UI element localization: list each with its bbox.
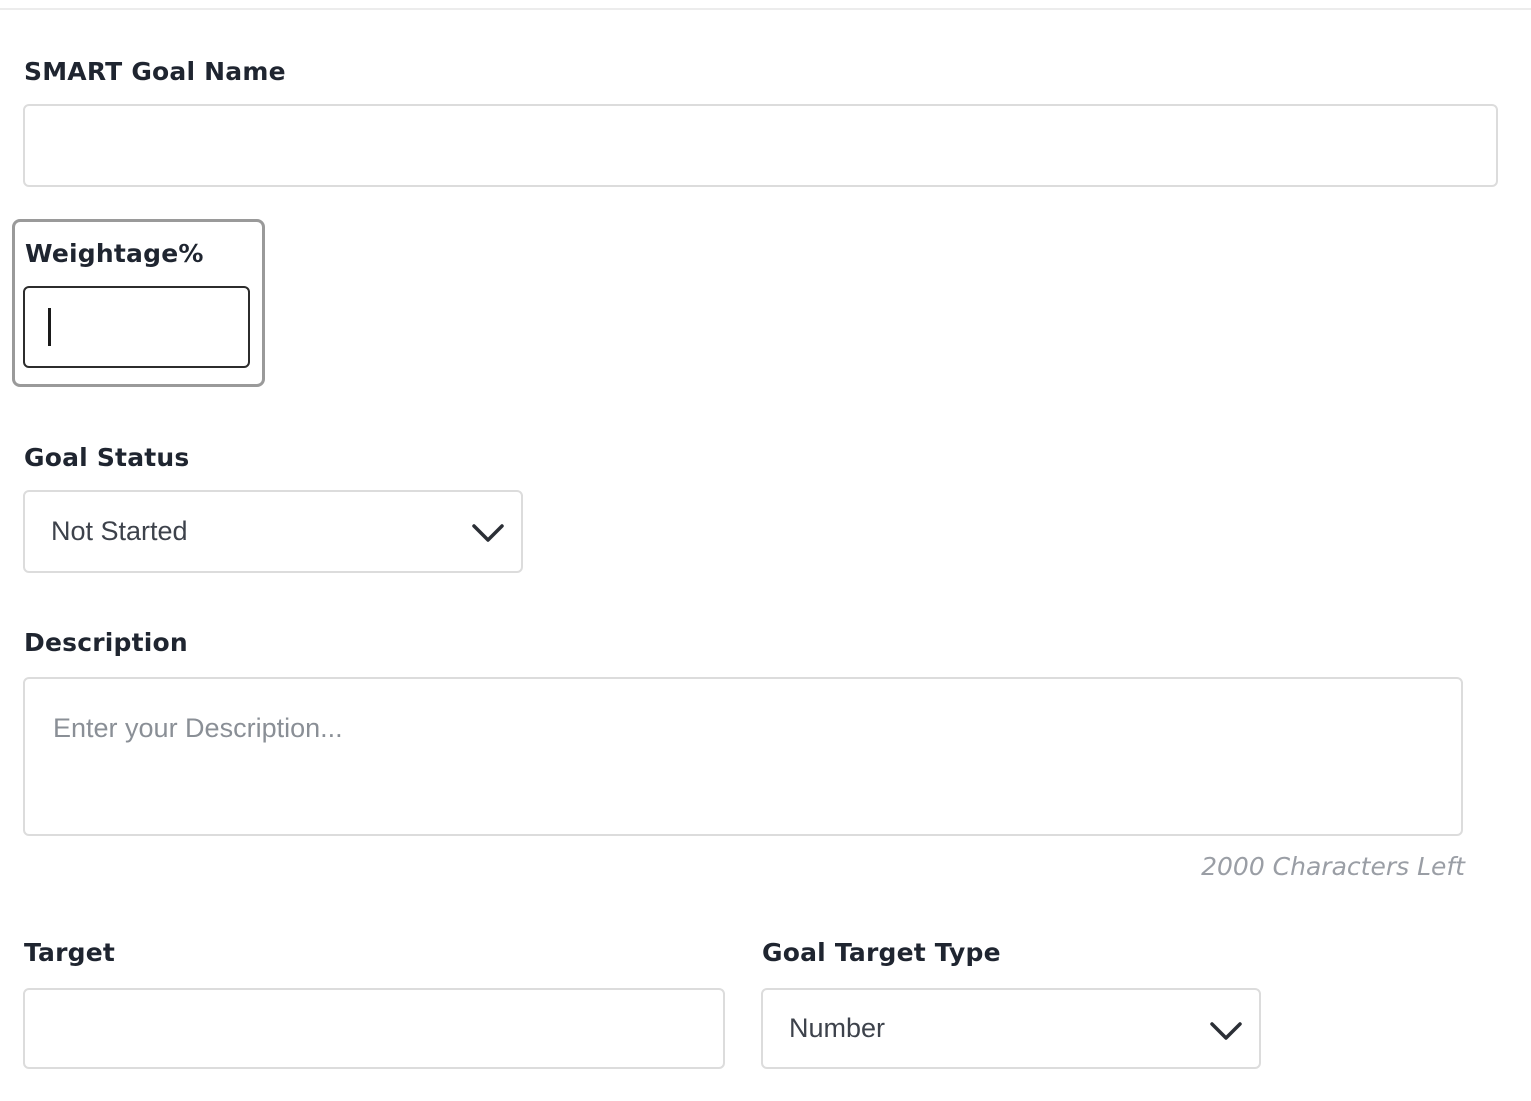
chevron-down-icon bbox=[1210, 1022, 1242, 1040]
character-counter: 2000 Characters Left bbox=[1201, 852, 1465, 881]
weightage-input[interactable] bbox=[23, 286, 250, 368]
target-label: Target bbox=[24, 938, 116, 967]
chevron-down-icon bbox=[472, 524, 504, 542]
goal-status-label: Goal Status bbox=[24, 443, 190, 472]
goal-name-input[interactable] bbox=[25, 106, 1496, 185]
goal-status-value: Not Started bbox=[51, 516, 188, 546]
target-field[interactable] bbox=[23, 988, 725, 1069]
goal-form-page: SMART Goal Name Weightage% Goal Status N… bbox=[0, 0, 1531, 1101]
description-field[interactable] bbox=[23, 677, 1463, 836]
text-caret bbox=[48, 308, 51, 346]
goal-target-type-select[interactable]: Number bbox=[761, 988, 1261, 1069]
weightage-label: Weightage% bbox=[25, 239, 204, 268]
goal-status-select[interactable]: Not Started bbox=[23, 490, 523, 573]
goal-name-label: SMART Goal Name bbox=[24, 57, 286, 86]
target-input[interactable] bbox=[25, 990, 723, 1067]
goal-name-field[interactable] bbox=[23, 104, 1498, 187]
description-textarea[interactable] bbox=[25, 679, 1461, 834]
goal-target-type-value: Number bbox=[789, 1013, 886, 1043]
description-label: Description bbox=[24, 628, 188, 657]
top-divider bbox=[0, 0, 1531, 10]
goal-target-type-label: Goal Target Type bbox=[762, 938, 1001, 967]
